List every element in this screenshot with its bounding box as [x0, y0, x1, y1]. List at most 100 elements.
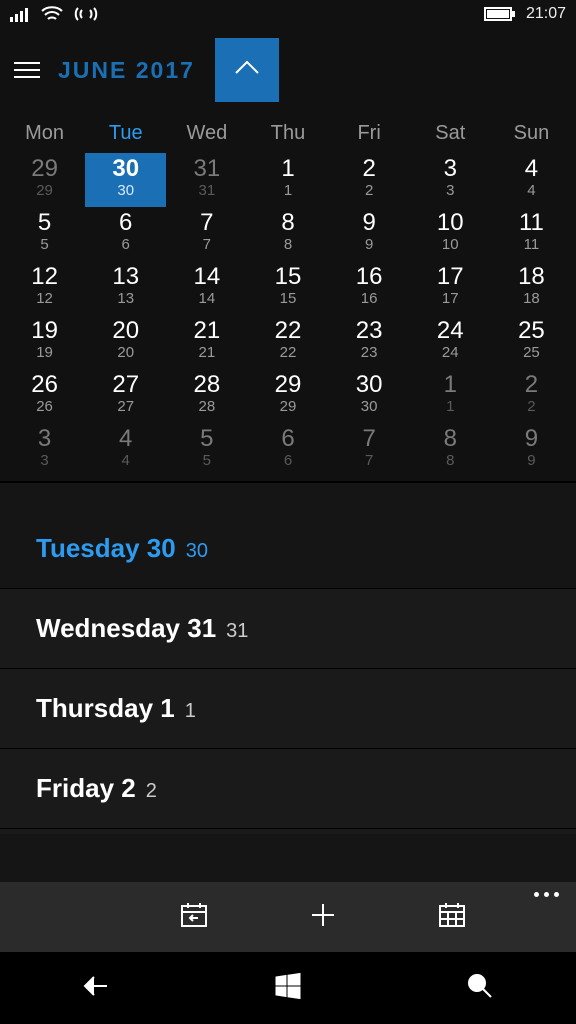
- calendar-day[interactable]: 1818: [491, 261, 572, 315]
- more-button[interactable]: [516, 882, 576, 952]
- day-number: 31: [194, 155, 221, 183]
- calendar-day[interactable]: 1414: [166, 261, 247, 315]
- calendar-day[interactable]: 3030: [329, 369, 410, 423]
- calendar-view-icon: [437, 900, 467, 935]
- today-button[interactable]: [129, 882, 258, 952]
- new-event-button[interactable]: [258, 882, 387, 952]
- day-number: 6: [119, 209, 132, 237]
- day-number: 21: [194, 317, 221, 345]
- windows-icon: [273, 971, 303, 1006]
- calendar-day[interactable]: 2626: [4, 369, 85, 423]
- calendar-day[interactable]: 99: [491, 423, 572, 477]
- calendar-day[interactable]: 66: [247, 423, 328, 477]
- day-alt-number: 23: [361, 344, 378, 362]
- calendar-day[interactable]: 55: [166, 423, 247, 477]
- weekday-header: Tue: [85, 116, 166, 153]
- calendar-day[interactable]: 2929: [4, 153, 85, 207]
- calendar-day[interactable]: 1212: [4, 261, 85, 315]
- day-number: 2: [525, 371, 538, 399]
- calendar-day[interactable]: 22: [491, 369, 572, 423]
- calendar-day[interactable]: 11: [247, 153, 328, 207]
- signal-icon: [10, 6, 30, 22]
- calendar-day[interactable]: 2424: [410, 315, 491, 369]
- day-alt-number: 3: [446, 182, 454, 200]
- menu-button[interactable]: [14, 55, 44, 85]
- calendar-day[interactable]: 88: [410, 423, 491, 477]
- day-number: 16: [356, 263, 383, 291]
- calendar-day[interactable]: 99: [329, 207, 410, 261]
- calendar-day[interactable]: 77: [329, 423, 410, 477]
- day-alt-number: 8: [284, 236, 292, 254]
- day-alt-number: 3: [40, 452, 48, 470]
- status-bar: 21:07: [0, 0, 576, 28]
- agenda-day-label: Thursday 1: [36, 693, 175, 724]
- day-alt-number: 6: [122, 236, 130, 254]
- agenda-day-label: Tuesday 30: [36, 533, 176, 564]
- day-number: 18: [518, 263, 545, 291]
- day-number: 26: [31, 371, 58, 399]
- back-icon: [79, 969, 113, 1008]
- day-alt-number: 17: [442, 290, 459, 308]
- day-number: 11: [519, 209, 544, 237]
- calendar-day[interactable]: 1919: [4, 315, 85, 369]
- calendar-day[interactable]: 88: [247, 207, 328, 261]
- calendar-day[interactable]: 66: [85, 207, 166, 261]
- calendar-day[interactable]: 1616: [329, 261, 410, 315]
- collapse-calendar-button[interactable]: [215, 38, 279, 102]
- calendar-day[interactable]: 33: [410, 153, 491, 207]
- calendar-day[interactable]: 2323: [329, 315, 410, 369]
- day-alt-number: 5: [40, 236, 48, 254]
- day-alt-number: 22: [280, 344, 297, 362]
- calendar-day[interactable]: 1313: [85, 261, 166, 315]
- day-alt-number: 27: [117, 398, 134, 416]
- calendar-day[interactable]: 2222: [247, 315, 328, 369]
- agenda-day[interactable]: Friday 22: [0, 748, 576, 828]
- calendar-day[interactable]: 2020: [85, 315, 166, 369]
- calendar-day[interactable]: 1717: [410, 261, 491, 315]
- month-picker[interactable]: JUNE 2017: [58, 57, 195, 84]
- calendar-day[interactable]: 3131: [166, 153, 247, 207]
- agenda-day[interactable]: Thursday 11: [0, 668, 576, 748]
- calendar-day[interactable]: 77: [166, 207, 247, 261]
- day-alt-number: 7: [203, 236, 211, 254]
- day-number: 15: [275, 263, 302, 291]
- day-number: 28: [194, 371, 221, 399]
- weekday-header: Sun: [491, 116, 572, 153]
- vibrate-icon: [74, 5, 98, 23]
- calendar-day[interactable]: 2929: [247, 369, 328, 423]
- calendar-day[interactable]: 1515: [247, 261, 328, 315]
- day-alt-number: 12: [36, 290, 53, 308]
- agenda-list[interactable]: Tuesday 3030Wednesday 3131Thursday 11Fri…: [0, 483, 576, 882]
- day-number: 25: [518, 317, 545, 345]
- calendar-day[interactable]: 44: [491, 153, 572, 207]
- day-alt-number: 8: [446, 452, 454, 470]
- calendar-day[interactable]: 11: [410, 369, 491, 423]
- search-button[interactable]: [384, 952, 576, 1024]
- status-time: 21:07: [526, 5, 566, 23]
- day-number: 5: [200, 425, 213, 453]
- calendar-day[interactable]: 1111: [491, 207, 572, 261]
- agenda-day-alt: 2: [146, 780, 157, 803]
- day-alt-number: 5: [203, 452, 211, 470]
- calendar-day[interactable]: 55: [4, 207, 85, 261]
- day-number: 23: [356, 317, 383, 345]
- calendar-day[interactable]: 1010: [410, 207, 491, 261]
- back-button[interactable]: [0, 952, 192, 1024]
- start-button[interactable]: [192, 952, 384, 1024]
- calendar-day[interactable]: 2525: [491, 315, 572, 369]
- view-button[interactable]: [387, 882, 516, 952]
- calendar-day[interactable]: 44: [85, 423, 166, 477]
- day-number: 19: [31, 317, 58, 345]
- calendar-day[interactable]: 22: [329, 153, 410, 207]
- agenda-day[interactable]: Tuesday 3030: [0, 497, 576, 588]
- day-alt-number: 16: [361, 290, 378, 308]
- agenda-day[interactable]: Wednesday 3131: [0, 588, 576, 668]
- calendar-day[interactable]: 2121: [166, 315, 247, 369]
- calendar-day[interactable]: 2828: [166, 369, 247, 423]
- calendar-day[interactable]: 33: [4, 423, 85, 477]
- day-number: 5: [38, 209, 51, 237]
- agenda-day-alt: 31: [226, 620, 248, 643]
- calendar-day[interactable]: 3030: [85, 153, 166, 207]
- day-alt-number: 14: [199, 290, 216, 308]
- calendar-day[interactable]: 2727: [85, 369, 166, 423]
